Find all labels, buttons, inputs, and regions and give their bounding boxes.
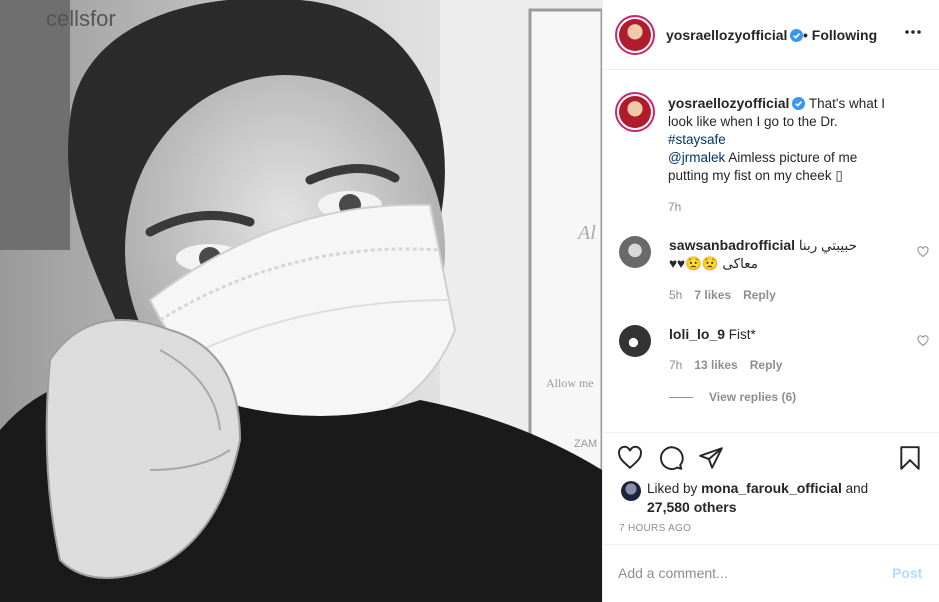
commenter-username[interactable]: sawsanbadrofficial	[669, 237, 795, 253]
comment-heart-icon[interactable]	[917, 335, 929, 347]
comment-time[interactable]: 7h	[669, 358, 682, 372]
likes-text: Liked by mona_farouk_official and 27,580…	[647, 479, 887, 517]
follow-status[interactable]: • Following	[803, 27, 877, 43]
post-comment-button[interactable]: Post	[892, 565, 922, 581]
photo-sign-text-2: Al	[578, 222, 596, 244]
liker-username[interactable]: mona_farouk_official	[701, 480, 842, 496]
author-avatar[interactable]	[615, 15, 655, 55]
comment-text-block: sawsanbadrofficial حبيبتي ربنا معاكى 😟😟♥…	[669, 236, 879, 273]
liker-avatar[interactable]	[621, 481, 641, 501]
likes-prefix: Liked by	[647, 481, 698, 496]
post-actions: Liked by mona_farouk_official and 27,580…	[603, 432, 939, 544]
view-replies-line	[669, 397, 693, 399]
comment-icon[interactable]	[658, 445, 684, 471]
verified-badge-icon	[792, 97, 806, 110]
likes-others-count[interactable]: 27,580 others	[647, 499, 737, 515]
follow-status-label[interactable]: Following	[812, 27, 877, 43]
comment-meta: 7h 13 likes Reply	[669, 358, 794, 372]
comment-likes[interactable]: 7 likes	[694, 288, 731, 302]
comment-text-block: loli_lo_9 Fist*	[669, 325, 879, 344]
caption-time[interactable]: 7h	[668, 200, 681, 214]
share-icon[interactable]	[698, 445, 724, 471]
add-comment-input[interactable]: Add a comment...	[618, 565, 728, 581]
comment-meta: 5h 7 likes Reply	[669, 288, 788, 302]
add-comment-bar: Add a comment... Post	[603, 544, 939, 602]
post-header: yosraellozyofficial • Following	[603, 0, 939, 70]
post-details-panel: yosraellozyofficial • Following yosraell…	[602, 0, 939, 602]
photo-sign-text-3: Allow me	[546, 376, 594, 390]
bookmark-icon[interactable]	[897, 445, 923, 471]
comment-time[interactable]: 5h	[669, 288, 682, 302]
comment-heart-icon[interactable]	[917, 246, 929, 258]
more-options-icon[interactable]	[903, 22, 923, 42]
reply-button[interactable]: Reply	[743, 288, 776, 302]
post-photo-illustration	[0, 0, 602, 602]
caption-text-block: yosraellozyofficial That's what I look l…	[668, 94, 893, 185]
verified-badge-icon	[790, 29, 804, 42]
reply-button[interactable]: Reply	[750, 358, 783, 372]
posted-time[interactable]: 7 HOURS AGO	[619, 523, 691, 534]
mention-link[interactable]: @jrmalek	[668, 150, 725, 165]
view-replies-button[interactable]: View replies (6)	[669, 390, 796, 404]
comment-likes[interactable]: 13 likes	[694, 358, 737, 372]
commenter-avatar[interactable]	[619, 236, 651, 268]
author-username[interactable]: yosraellozyofficial	[666, 27, 804, 43]
hashtag-link[interactable]: #staysafe	[668, 132, 726, 147]
commenter-username[interactable]: loli_lo_9	[669, 326, 725, 342]
likes-middle: and	[845, 481, 869, 496]
caption-author-avatar[interactable]	[615, 92, 655, 132]
post-photo[interactable]: cellsfor Al Allow me ZAM	[0, 0, 602, 602]
view-replies-label[interactable]: View replies (6)	[709, 390, 796, 404]
commenter-avatar[interactable]	[619, 325, 651, 357]
caption-username[interactable]: yosraellozyofficial	[668, 95, 789, 111]
comment-text: Fist*	[728, 327, 756, 342]
author-username-text[interactable]: yosraellozyofficial	[666, 27, 787, 43]
heart-icon[interactable]	[617, 445, 643, 471]
photo-sign-text-1: cellsfor	[46, 6, 116, 31]
photo-sign-text-4: ZAM	[574, 438, 598, 450]
